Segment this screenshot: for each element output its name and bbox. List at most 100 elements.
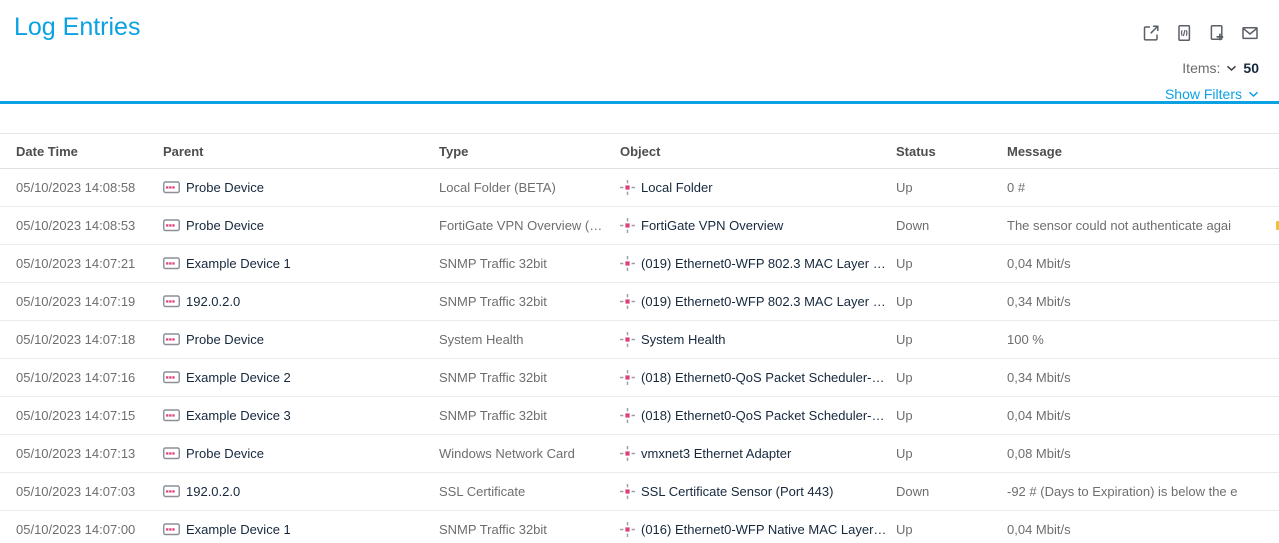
log-object-link[interactable]: System Health (620, 332, 896, 347)
column-header-datetime[interactable]: Date Time (16, 144, 163, 159)
log-status: Up (896, 446, 1007, 461)
message-text: 0,04 Mbit/s (1007, 256, 1071, 271)
table-row: 05/10/2023 14:07:15 Example Device 3 SNM… (0, 397, 1279, 435)
log-status: Down (896, 484, 1007, 499)
log-datetime: 05/10/2023 14:07:18 (16, 332, 163, 347)
log-type: SNMP Traffic 32bit (439, 370, 620, 385)
log-status: Up (896, 522, 1007, 537)
log-parent-link[interactable]: 192.0.2.0 (163, 484, 439, 499)
column-header-parent[interactable]: Parent (163, 144, 439, 159)
log-object-link[interactable]: FortiGate VPN Overview (620, 218, 896, 233)
log-message: 0,34 Mbit/s (1007, 294, 1279, 309)
table-row: 05/10/2023 14:07:16 Example Device 2 SNM… (0, 359, 1279, 397)
log-message: 100 % (1007, 332, 1279, 347)
log-object-link[interactable]: SSL Certificate Sensor (Port 443) (620, 484, 896, 499)
log-message: 0,04 Mbit/s (1007, 256, 1279, 271)
device-icon (163, 219, 180, 232)
show-filters-link[interactable]: Show Filters (1165, 86, 1259, 102)
device-icon (163, 181, 180, 194)
table-row: 05/10/2023 14:07:21 Example Device 1 SNM… (0, 245, 1279, 283)
log-parent-link[interactable]: Probe Device (163, 180, 439, 195)
page-title: Log Entries (14, 13, 140, 42)
parent-name: Probe Device (186, 332, 264, 347)
xml-api-document-icon[interactable] (1174, 23, 1194, 43)
message-text: 0,34 Mbit/s (1007, 370, 1071, 385)
log-parent-link[interactable]: Example Device 3 (163, 408, 439, 423)
message-text: 0,04 Mbit/s (1007, 408, 1071, 423)
device-icon (163, 295, 180, 308)
table-row: 05/10/2023 14:07:18 Probe Device System … (0, 321, 1279, 359)
log-parent-link[interactable]: 192.0.2.0 (163, 294, 439, 309)
log-object-link[interactable]: (018) Ethernet0-QoS Packet Scheduler-… (620, 408, 896, 423)
log-parent-link[interactable]: Example Device 1 (163, 256, 439, 271)
table-row: 05/10/2023 14:08:58 Probe Device Local F… (0, 169, 1279, 207)
device-icon (163, 409, 180, 422)
device-icon (163, 333, 180, 346)
log-type: SNMP Traffic 32bit (439, 408, 620, 423)
object-name: (016) Ethernet0-WFP Native MAC Layer… (641, 522, 886, 537)
log-type: SNMP Traffic 32bit (439, 256, 620, 271)
accent-divider (0, 101, 1279, 104)
log-type: Windows Network Card (439, 446, 620, 461)
message-text: -92 # (Days to Expiration) is below the … (1007, 484, 1238, 499)
log-parent-link[interactable]: Probe Device (163, 218, 439, 233)
items-count-value: 50 (1243, 60, 1259, 76)
log-status: Up (896, 180, 1007, 195)
column-header-message[interactable]: Message (1007, 144, 1279, 159)
log-parent-link[interactable]: Probe Device (163, 446, 439, 461)
device-icon (163, 523, 180, 536)
object-name: FortiGate VPN Overview (641, 218, 783, 233)
log-parent-link[interactable]: Example Device 2 (163, 370, 439, 385)
log-object-link[interactable]: (016) Ethernet0-WFP Native MAC Layer… (620, 522, 896, 537)
parent-name: 192.0.2.0 (186, 294, 240, 309)
log-message: 0,04 Mbit/s (1007, 408, 1279, 423)
log-datetime: 05/10/2023 14:07:13 (16, 446, 163, 461)
column-header-type[interactable]: Type (439, 144, 620, 159)
log-message: 0,08 Mbit/s (1007, 446, 1279, 461)
device-icon (163, 485, 180, 498)
message-text: 0,04 Mbit/s (1007, 522, 1071, 537)
message-text: 0,08 Mbit/s (1007, 446, 1071, 461)
log-datetime: 05/10/2023 14:07:21 (16, 256, 163, 271)
table-row: 05/10/2023 14:07:00 Example Device 1 SNM… (0, 511, 1279, 543)
object-name: SSL Certificate Sensor (Port 443) (641, 484, 833, 499)
log-type: Local Folder (BETA) (439, 180, 620, 195)
parent-name: Example Device 1 (186, 522, 291, 537)
log-message: 0 # (1007, 180, 1279, 195)
show-filters-label: Show Filters (1165, 86, 1242, 102)
log-parent-link[interactable]: Example Device 1 (163, 522, 439, 537)
column-header-object[interactable]: Object (620, 144, 896, 159)
sensor-icon (620, 180, 635, 195)
table-row: 05/10/2023 14:07:19 192.0.2.0 SNMP Traff… (0, 283, 1279, 321)
log-object-link[interactable]: vmxnet3 Ethernet Adapter (620, 446, 896, 461)
message-text: 100 % (1007, 332, 1044, 347)
log-status: Up (896, 370, 1007, 385)
log-object-link[interactable]: (019) Ethernet0-WFP 802.3 MAC Layer … (620, 294, 896, 309)
log-status: Up (896, 256, 1007, 271)
column-header-status[interactable]: Status (896, 144, 1007, 159)
log-datetime: 05/10/2023 14:08:58 (16, 180, 163, 195)
log-object-link[interactable]: Local Folder (620, 180, 896, 195)
parent-name: Example Device 3 (186, 408, 291, 423)
table-body: 05/10/2023 14:08:58 Probe Device Local F… (0, 169, 1279, 543)
create-report-icon[interactable] (1207, 23, 1227, 43)
parent-name: Example Device 1 (186, 256, 291, 271)
log-type: System Health (439, 332, 620, 347)
table-header-row: Date Time Parent Type Object Status Mess… (0, 133, 1279, 169)
sensor-icon (620, 408, 635, 423)
open-in-new-window-icon[interactable] (1141, 23, 1161, 43)
log-datetime: 05/10/2023 14:07:03 (16, 484, 163, 499)
email-icon[interactable] (1240, 23, 1260, 43)
log-parent-link[interactable]: Probe Device (163, 332, 439, 347)
device-icon (163, 371, 180, 384)
log-type: SNMP Traffic 32bit (439, 294, 620, 309)
log-object-link[interactable]: (018) Ethernet0-QoS Packet Scheduler-… (620, 370, 896, 385)
items-label: Items: (1182, 60, 1220, 76)
sensor-icon (620, 522, 635, 537)
sensor-icon (620, 332, 635, 347)
log-status: Up (896, 332, 1007, 347)
sensor-icon (620, 294, 635, 309)
log-object-link[interactable]: (019) Ethernet0-WFP 802.3 MAC Layer … (620, 256, 896, 271)
items-count-dropdown[interactable]: Items: 50 (1182, 60, 1259, 76)
parent-name: Probe Device (186, 446, 264, 461)
